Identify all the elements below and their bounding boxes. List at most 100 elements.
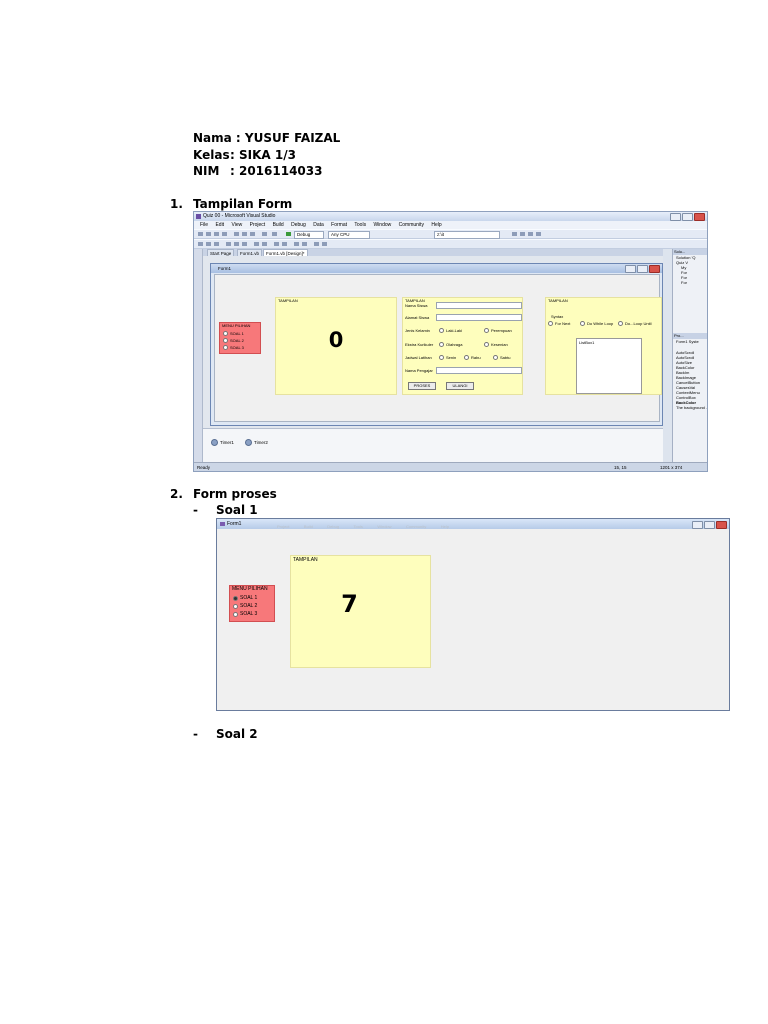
menu-help[interactable]: Help <box>431 222 441 228</box>
close-icon[interactable] <box>694 213 705 221</box>
kelas-value: : SIKA 1/3 <box>230 148 296 162</box>
radio-for-next[interactable]: For Next <box>548 321 570 326</box>
tampilan-value: 0 <box>328 328 344 352</box>
menu-window[interactable]: Window <box>373 222 391 228</box>
subsection-title: Soal 2 <box>216 727 258 741</box>
vs-toolbar-2 <box>194 239 707 249</box>
new-project-icon[interactable] <box>198 232 203 236</box>
nama-siswa-input[interactable] <box>436 302 522 309</box>
radio-soal-2[interactable]: SOAL 2 <box>233 603 257 609</box>
menu-pilihan-group[interactable]: MENU PILIHAN SOAL 1 SOAL 2 SOAL 3 <box>229 585 275 622</box>
radio-rabu[interactable]: Rabu <box>464 355 481 360</box>
alamat-siswa-input[interactable] <box>436 314 522 321</box>
maximize-icon[interactable] <box>682 213 693 221</box>
align-bottom-icon[interactable] <box>242 242 247 246</box>
radio-soal-1[interactable]: SOAL 1 <box>223 331 244 336</box>
radio-do-loop-until[interactable]: Do...Loop Until <box>618 321 651 326</box>
radio-laki-laki[interactable]: Laki-Laki <box>439 328 462 333</box>
vspace-icon[interactable] <box>282 242 287 246</box>
radio-soal-1[interactable]: SOAL 1 <box>233 595 257 601</box>
tampilan-panel[interactable]: TAMPILAN 0 <box>275 297 397 395</box>
loop-panel[interactable]: TAMPILAN Syntax For Next Do While Loop D… <box>545 297 662 395</box>
menu-project[interactable]: Project <box>250 222 266 228</box>
open-icon[interactable] <box>206 232 211 236</box>
center-h-icon[interactable] <box>294 242 299 246</box>
listbox-label: ListBox1 <box>579 340 595 345</box>
align-top-icon[interactable] <box>226 242 231 246</box>
menu-tools[interactable]: Tools <box>354 222 366 228</box>
menu-file[interactable]: File <box>200 222 208 228</box>
copy-icon[interactable] <box>242 232 247 236</box>
design-form-window[interactable]: Form1 MENU PILIHAN SOAL 1 SOAL 2 SOAL 3 <box>210 263 663 426</box>
radio-do-while[interactable]: Do While Loop <box>580 321 613 326</box>
find-dropdown[interactable]: z:\it <box>434 231 500 239</box>
label-jenis-kelamin: Jenis Kelamin <box>405 328 430 333</box>
radio-sabtu[interactable]: Sabtu <box>493 355 510 360</box>
radio-label: Kesenian <box>491 342 508 347</box>
menu-data[interactable]: Data <box>313 222 324 228</box>
start-debug-icon[interactable] <box>286 232 291 236</box>
radio-soal-2[interactable]: SOAL 2 <box>223 338 244 343</box>
radio-icon <box>439 355 444 360</box>
align-left-icon[interactable] <box>198 242 203 246</box>
same-width-icon[interactable] <box>254 242 259 246</box>
platform-dropdown[interactable]: Any CPU <box>328 231 370 239</box>
minimize-icon[interactable] <box>692 521 703 529</box>
radio-label: Do...Loop Until <box>625 321 652 326</box>
menu-build[interactable]: Build <box>273 222 284 228</box>
config-dropdown[interactable]: Debug <box>294 231 324 239</box>
radio-kesenian[interactable]: Kesenian <box>484 342 508 347</box>
cut-icon[interactable] <box>234 232 239 236</box>
paste-icon[interactable] <box>250 232 255 236</box>
save-icon[interactable] <box>214 232 219 236</box>
menu-community[interactable]: Community <box>399 222 424 228</box>
radio-soal-3[interactable]: SOAL 3 <box>223 345 244 350</box>
align-right-icon[interactable] <box>214 242 219 246</box>
menu-pilihan-group[interactable]: MENU PILIHAN SOAL 1 SOAL 2 SOAL 3 <box>219 322 261 354</box>
loop-panel-title: TAMPILAN <box>548 298 568 303</box>
object-browser-icon[interactable] <box>536 232 541 236</box>
timer2-component[interactable]: Timer2 <box>245 439 268 446</box>
timer-icon <box>245 439 252 446</box>
section-title: Tampilan Form <box>193 197 293 211</box>
toolbox-strip[interactable] <box>194 249 203 462</box>
center-v-icon[interactable] <box>302 242 307 246</box>
hspace-icon[interactable] <box>274 242 279 246</box>
student-panel[interactable]: TAMPILAN Nama Siswa Alamat Siswa Jenis K… <box>402 297 523 395</box>
timer1-component[interactable]: Timer1 <box>211 439 234 446</box>
radio-label: SOAL 1 <box>240 595 258 601</box>
maximize-icon[interactable] <box>704 521 715 529</box>
send-back-icon[interactable] <box>322 242 327 246</box>
redo-icon[interactable] <box>272 232 277 236</box>
radio-icon <box>223 338 228 343</box>
toolbox-icon[interactable] <box>528 232 533 236</box>
menu-view[interactable]: View <box>231 222 242 228</box>
ulangi-button[interactable]: ULANGI <box>446 382 474 390</box>
undo-icon[interactable] <box>262 232 267 236</box>
radio-senin[interactable]: Senin <box>439 355 456 360</box>
listbox1[interactable]: ListBox1 <box>576 338 642 394</box>
vs-menu-bar: File Edit View Project Build Debug Data … <box>194 221 707 229</box>
nama-pengajar-input[interactable] <box>436 367 522 374</box>
tampilan-panel[interactable]: TAMPILAN 7 <box>290 555 431 668</box>
bring-front-icon[interactable] <box>314 242 319 246</box>
minimize-icon[interactable] <box>670 213 681 221</box>
same-height-icon[interactable] <box>262 242 267 246</box>
radio-olahraga[interactable]: Olahraga <box>439 342 462 347</box>
properties-icon[interactable] <box>520 232 525 236</box>
menu-edit[interactable]: Edit <box>215 222 224 228</box>
close-icon[interactable] <box>716 521 727 529</box>
radio-perempuan[interactable]: Perempuan <box>484 328 512 333</box>
solution-explorer-icon[interactable] <box>512 232 517 236</box>
radio-icon <box>233 611 238 617</box>
section-number: 2. <box>170 487 183 501</box>
radio-soal-3[interactable]: SOAL 3 <box>233 611 257 617</box>
menu-debug[interactable]: Debug <box>291 222 306 228</box>
save-all-icon[interactable] <box>222 232 227 236</box>
align-middle-icon[interactable] <box>234 242 239 246</box>
nama-line: Nama : YUSUF FAIZAL <box>193 131 340 145</box>
proses-button[interactable]: PROSES <box>408 382 436 390</box>
menu-format[interactable]: Format <box>331 222 347 228</box>
radio-icon <box>618 321 623 326</box>
align-center-icon[interactable] <box>206 242 211 246</box>
